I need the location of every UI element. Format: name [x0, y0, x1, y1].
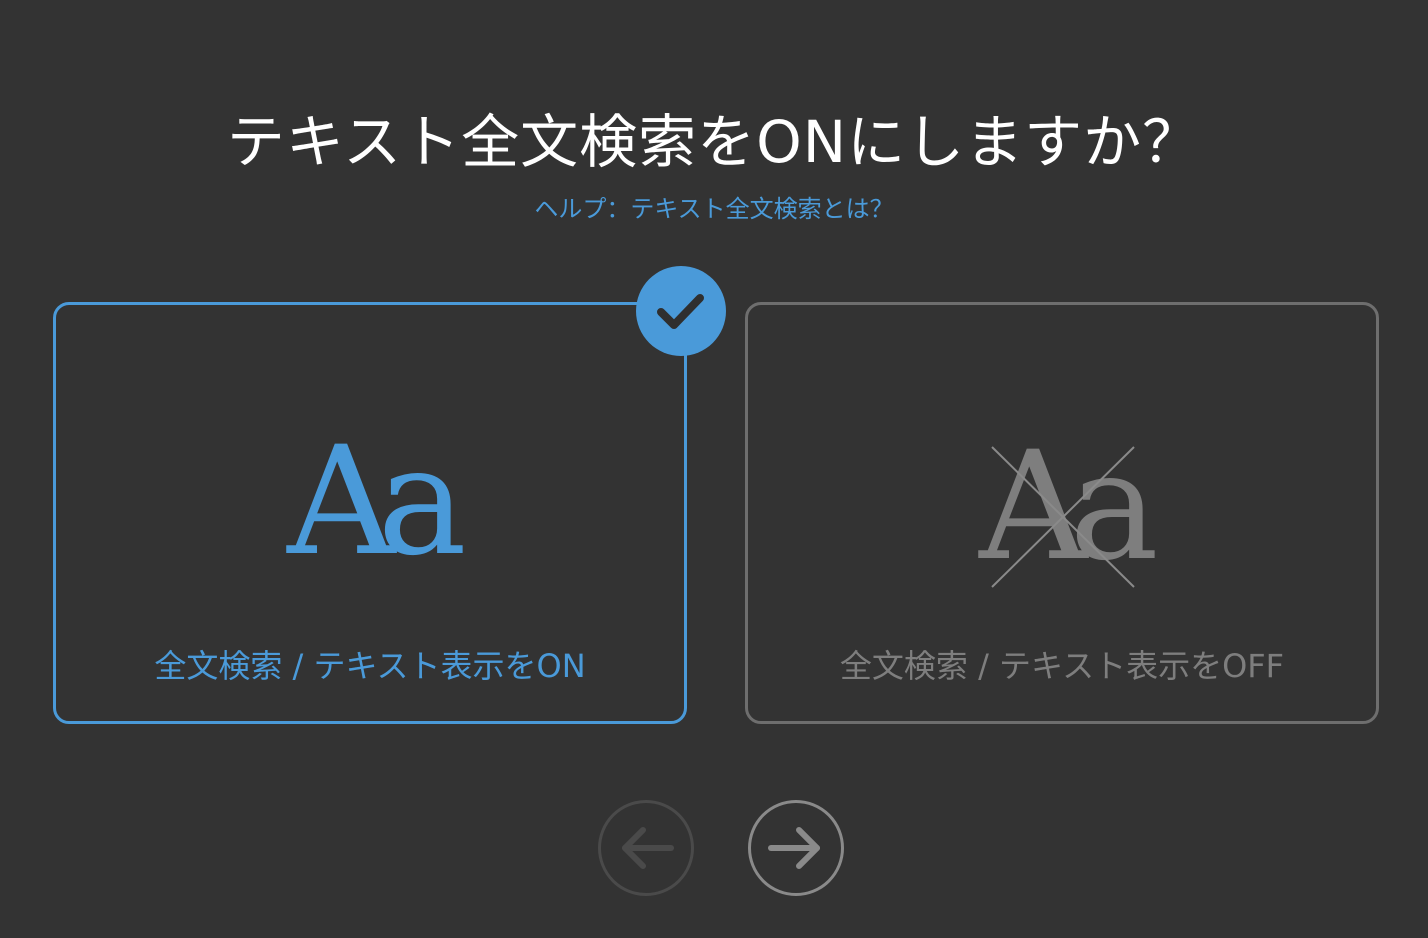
option-card-off[interactable]: Aa 全文検索 / テキスト表示をOFF [745, 302, 1379, 724]
option-label-off: 全文検索 / テキスト表示をOFF [839, 647, 1285, 685]
help-link[interactable]: ヘルプ：テキスト全文検索とは？ [0, 192, 1428, 226]
next-button[interactable] [748, 800, 844, 896]
option-card-on[interactable]: Aa 全文検索 / テキスト表示をON [53, 302, 687, 724]
glyph-text: Aa [286, 415, 463, 589]
text-search-setup-dialog: テキスト全文検索をONにしますか？ ヘルプ：テキスト全文検索とは？ Aa 全文検… [0, 0, 1428, 938]
previous-button[interactable] [598, 800, 694, 896]
arrow-right-icon [768, 827, 820, 869]
text-aa-crossed-icon: Aa [978, 420, 1173, 594]
selected-badge [636, 266, 726, 356]
dialog-title: テキスト全文検索をONにしますか？ [226, 108, 1202, 176]
arrow-left-icon [622, 827, 674, 869]
text-aa-icon: Aa [286, 415, 481, 589]
option-label-on: 全文検索 / テキスト表示をON [154, 647, 586, 685]
check-icon [657, 294, 704, 329]
glyph-text: Aa [978, 420, 1155, 594]
